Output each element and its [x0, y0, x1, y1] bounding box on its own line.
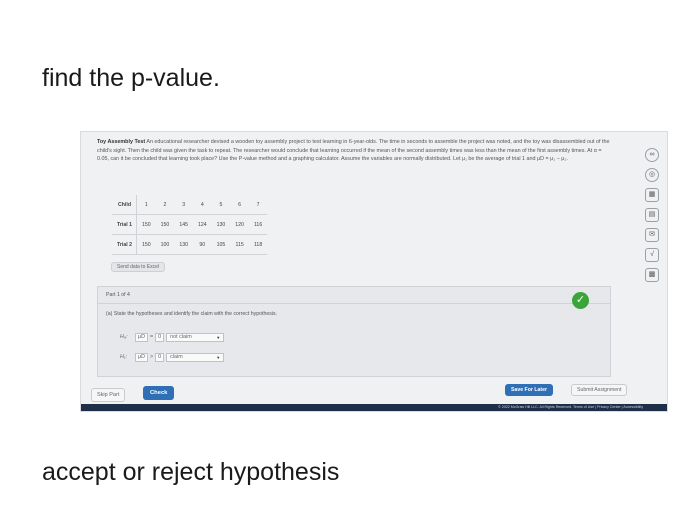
h0-claim-value: not claim [170, 334, 192, 340]
part-label: Part 1 of 4 [106, 292, 130, 298]
skip-part-button[interactable]: Skip Part [91, 388, 126, 402]
table-cell: 116 [248, 214, 268, 235]
table-cell: 130 [174, 234, 193, 255]
table-header-row: Child 1 2 3 4 5 6 7 [112, 195, 268, 215]
h0-symbol: H₀: [120, 334, 128, 340]
mail-icon[interactable]: ✉ [645, 228, 659, 242]
part-divider [98, 303, 610, 304]
target-icon[interactable]: ◎ [645, 168, 659, 182]
child-5: 5 [211, 195, 231, 215]
child-3: 3 [174, 195, 193, 215]
child-7: 7 [248, 195, 268, 215]
infinity-icon[interactable]: ∞ [645, 148, 659, 162]
check-button[interactable]: Check [143, 386, 175, 400]
row-label: Trial 2 [112, 234, 137, 255]
child-1: 1 [136, 195, 156, 215]
chevron-down-icon: ▼ [216, 334, 221, 340]
content-area: Toy Assembly Test An educational researc… [81, 132, 636, 411]
problem-text: An educational researcher devised a wood… [97, 139, 610, 163]
submit-assignment-button[interactable]: Submit Assignment [571, 384, 628, 396]
save-for-later-button[interactable]: Save For Later [505, 384, 554, 396]
table-cell: 100 [155, 234, 175, 255]
table-cell: 124 [192, 214, 212, 235]
table-cell: 90 [192, 234, 212, 255]
h0-mu-field[interactable]: μD [135, 332, 148, 342]
h1-symbol: H₁: [120, 354, 128, 360]
row-label: Trial 1 [112, 214, 137, 235]
problem-statement: Toy Assembly Test An educational researc… [97, 138, 612, 164]
null-hypothesis-row: H₀: μD = 0 not claim ▼ [120, 331, 225, 343]
calculator-icon[interactable]: ▦ [645, 188, 659, 202]
tool-sidebar: ∞ ◎ ▦ ▤ ✉ √ ▩ [637, 148, 667, 288]
question-caption-top: find the p-value. [42, 64, 220, 92]
h1-claim-select[interactable]: claim ▼ [166, 352, 225, 362]
part-panel: Part 1 of 4 (a) State the hypotheses and… [97, 286, 611, 377]
table-cell: 150 [155, 214, 175, 235]
h1-operator: > [150, 354, 154, 360]
table-cell: 150 [136, 234, 156, 255]
grid-icon[interactable]: ▩ [645, 268, 659, 282]
question-caption-bottom: accept or reject hypothesis [42, 458, 340, 486]
table-cell: 105 [211, 234, 231, 255]
send-to-excel-button[interactable]: Send data to Excel [111, 262, 165, 272]
table-cell: 120 [230, 214, 249, 235]
table-cell: 118 [248, 234, 268, 255]
h1-value-field[interactable]: 0 [155, 352, 165, 362]
h0-claim-select[interactable]: not claim ▼ [166, 332, 225, 342]
footer-bar: © 2022 McGraw Hill LLC. All Rights Reser… [81, 404, 667, 411]
child-4: 4 [192, 195, 212, 215]
table-cell: 115 [230, 234, 249, 255]
problem-title: Toy Assembly Test [97, 139, 146, 145]
screenshot-panel: Toy Assembly Test An educational researc… [80, 131, 668, 412]
h0-operator: = [150, 334, 154, 340]
table-row: Trial 2 150 100 130 90 105 115 118 [112, 234, 268, 255]
h1-claim-value: claim [170, 354, 183, 360]
h1-mu-field[interactable]: μD [135, 352, 148, 362]
part-question: (a) State the hypotheses and identify th… [106, 311, 277, 317]
table-cell: 145 [174, 214, 193, 235]
alt-hypothesis-row: H₁: μD > 0 claim ▼ [120, 351, 225, 363]
math-icon[interactable]: √ [645, 248, 659, 262]
h0-value-field[interactable]: 0 [155, 332, 165, 342]
chevron-down-icon: ▼ [216, 354, 221, 360]
book-icon[interactable]: ▤ [645, 208, 659, 222]
table-cell: 130 [211, 214, 231, 235]
table-header-label: Child [112, 195, 137, 215]
table-cell: 150 [136, 214, 156, 235]
table-row: Trial 1 150 150 145 124 130 120 116 [112, 214, 268, 235]
data-table: Child 1 2 3 4 5 6 7 Trial 1 150 150 145 … [112, 195, 268, 255]
child-6: 6 [230, 195, 249, 215]
correct-check-icon: ✓ [572, 292, 589, 309]
child-2: 2 [155, 195, 175, 215]
